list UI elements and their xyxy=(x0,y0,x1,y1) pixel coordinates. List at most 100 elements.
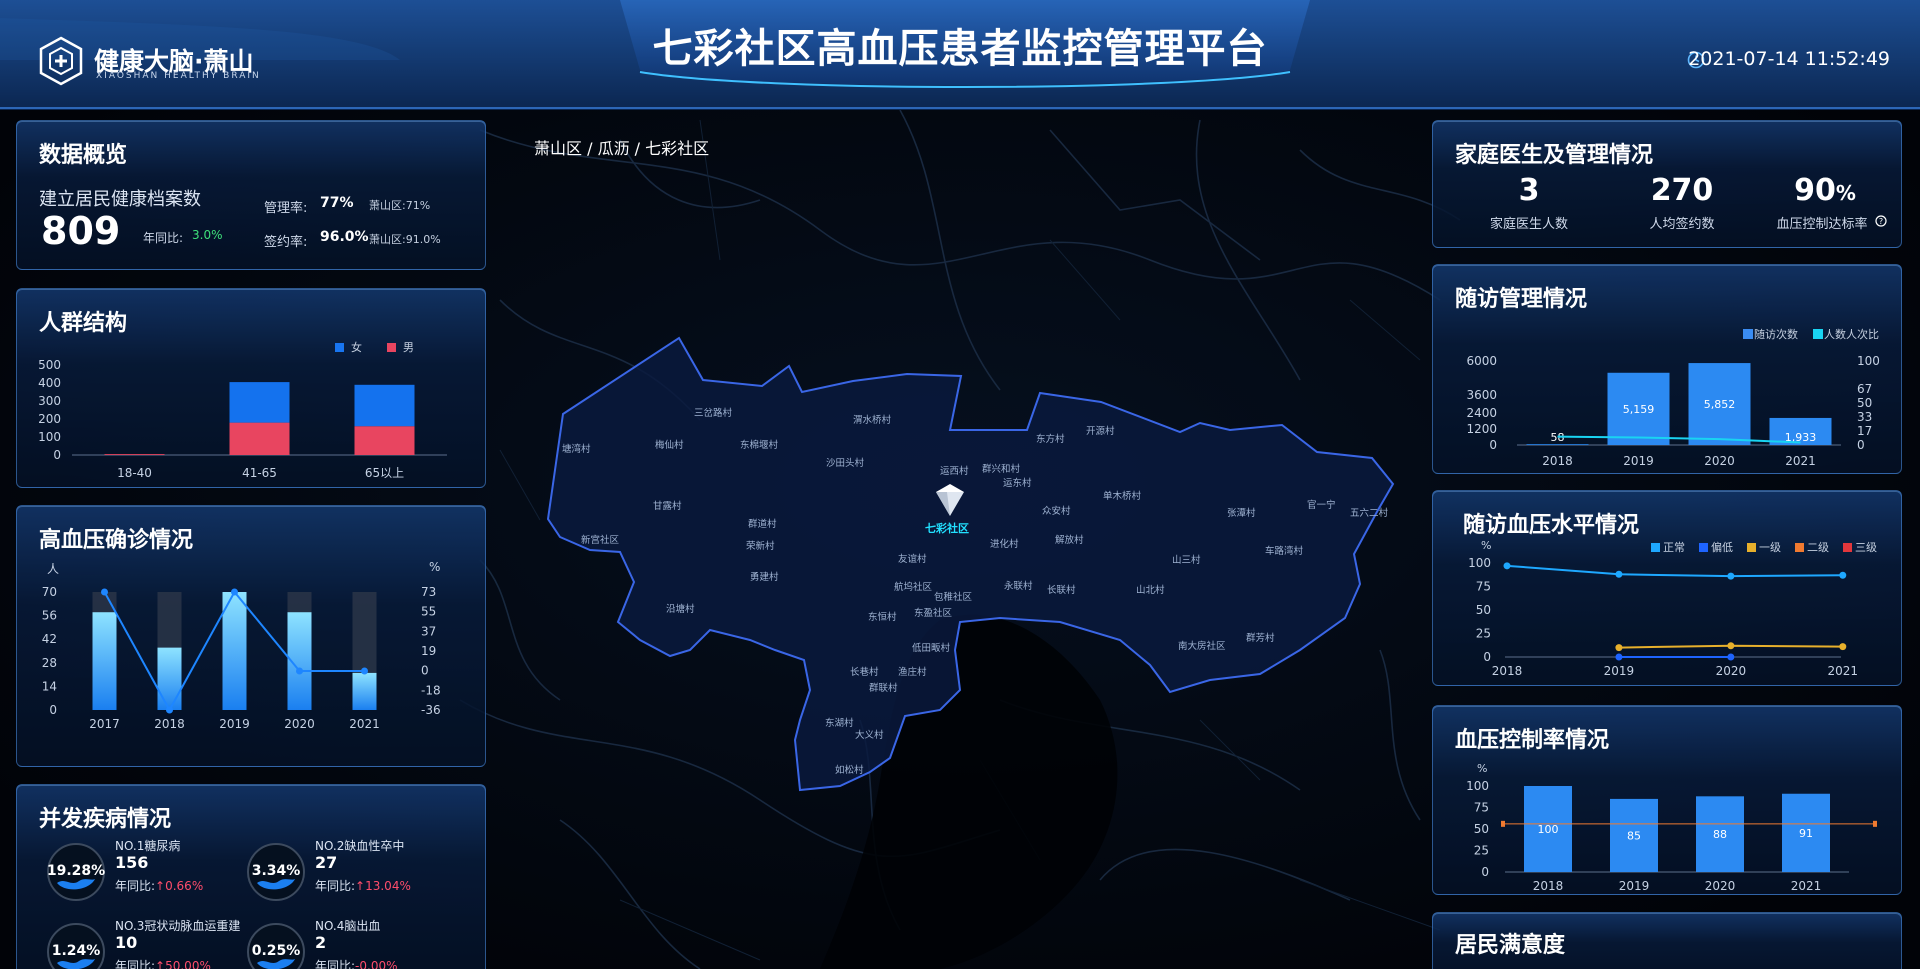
village-label[interactable]: 永联村 xyxy=(1004,578,1033,592)
breadcrumb[interactable]: 萧山区 / 瓜沥 / 七彩社区 xyxy=(534,135,709,159)
bp-level-ytick: 75 xyxy=(1476,580,1491,594)
bp-control-bar-label: 91 xyxy=(1799,827,1813,840)
bp-level-point xyxy=(1615,570,1623,578)
hypertension-left-tick: 28 xyxy=(42,656,57,670)
village-label[interactable]: 航坞社区 xyxy=(894,579,932,593)
village-label[interactable]: 沿塘村 xyxy=(666,601,695,615)
village-label[interactable]: 荣新村 xyxy=(746,538,775,552)
population-ytick: 400 xyxy=(38,376,61,390)
bp-control-xtick: 2021 xyxy=(1791,879,1822,893)
population-bar xyxy=(229,382,290,423)
bp-level-xtick: 2018 xyxy=(1492,664,1523,678)
village-label[interactable]: 山北村 xyxy=(1136,582,1165,596)
village-label[interactable]: 张潭村 xyxy=(1227,505,1256,519)
hypertension-right-tick: -36 xyxy=(421,703,441,717)
village-label[interactable]: 塘湾村 xyxy=(562,441,591,455)
help-icon[interactable]: ? xyxy=(1875,215,1887,227)
doctor-count-value: 3 xyxy=(1518,173,1540,208)
village-label[interactable]: 山三村 xyxy=(1172,552,1201,566)
village-label[interactable]: 友谊村 xyxy=(898,551,927,565)
village-label[interactable]: 群兴和村 xyxy=(982,461,1020,475)
satisfaction-title: 居民满意度 xyxy=(1455,933,1566,958)
followup-left-tick: 2400 xyxy=(1466,406,1497,420)
village-label[interactable]: 单木桥村 xyxy=(1103,488,1141,502)
village-label[interactable]: 东方村 xyxy=(1036,431,1065,445)
bp-level-point xyxy=(1503,562,1511,570)
bp-level-ytick: 50 xyxy=(1476,603,1491,617)
population-ytick: 100 xyxy=(38,430,61,444)
village-label[interactable]: 五六二村 xyxy=(1350,505,1388,519)
village-label[interactable]: 甘露村 xyxy=(653,498,682,512)
sign-rate-district: 萧山区:91.0% xyxy=(369,233,441,246)
hypertension-bar xyxy=(222,592,247,710)
village-label[interactable]: 开源村 xyxy=(1086,423,1115,437)
village-label[interactable]: 南大房社区 xyxy=(1178,638,1226,652)
village-label[interactable]: 大义村 xyxy=(855,727,884,741)
complication-item[interactable]: 0.25% NO.4脑出血 2 年同比:-0.00% xyxy=(245,917,445,969)
village-label[interactable]: 如松村 xyxy=(835,762,864,776)
family-doctor-title: 家庭医生及管理情况 xyxy=(1455,143,1654,168)
population-panel: 人群结构 女 男 500 400 300 200 100 0 18-40 41-65 65以上 xyxy=(16,288,486,488)
village-label[interactable]: 解放村 xyxy=(1055,532,1084,546)
population-bar xyxy=(104,454,165,455)
complication-name: NO.2缺血性卒中 xyxy=(315,839,405,853)
archive-label: 建立居民健康档案数 xyxy=(39,189,201,210)
complication-pct: 1.24% xyxy=(51,943,101,959)
village-label[interactable]: 车路湾村 xyxy=(1265,543,1303,557)
hypertension-left-tick: 42 xyxy=(42,632,57,646)
hypertension-left-tick: 70 xyxy=(42,585,57,599)
followup-chart: 600036002400120001006750331705820185,159… xyxy=(1466,354,1879,468)
followup-right-tick: 0 xyxy=(1857,438,1865,452)
avg-sign-value: 270 xyxy=(1650,173,1714,208)
village-label[interactable]: 沙田头村 xyxy=(826,455,864,469)
hypertension-left-tick: 0 xyxy=(49,703,57,717)
hypertension-right-tick: 19 xyxy=(421,644,436,658)
village-label[interactable]: 勇建村 xyxy=(750,569,779,583)
population-ytick: 0 xyxy=(53,448,61,462)
complication-pct: 19.28% xyxy=(46,863,106,879)
village-label[interactable]: 东棉堰村 xyxy=(740,437,778,451)
village-label[interactable]: 三岔路村 xyxy=(694,405,732,419)
village-label[interactable]: 东恒村 xyxy=(868,609,897,623)
bp-control-panel: 血压控制率情况 % 100 75 50 25 0 100 2018 85 2019 88 2020 9… xyxy=(1432,705,1902,895)
village-label[interactable]: 长联村 xyxy=(1047,582,1076,596)
avg-sign-label: 人均签约数 xyxy=(1649,217,1715,232)
village-label[interactable]: 长巷村 xyxy=(850,664,879,678)
followup-left-tick: 3600 xyxy=(1466,388,1497,402)
bp-level-xtick: 2020 xyxy=(1716,664,1747,678)
bp-level-point xyxy=(1839,571,1847,579)
village-label[interactable]: 梅仙村 xyxy=(655,437,684,451)
village-label[interactable]: 渭水桥村 xyxy=(853,412,891,426)
village-label[interactable]: 群联村 xyxy=(869,680,898,694)
followup-right-tick: 50 xyxy=(1857,396,1872,410)
village-label[interactable]: 新宫社区 xyxy=(581,532,619,546)
village-label[interactable]: 进化村 xyxy=(990,536,1019,550)
village-label[interactable]: 运西村 xyxy=(940,463,969,477)
village-label[interactable]: 渔庄村 xyxy=(898,664,927,678)
complication-pct: 0.25% xyxy=(251,943,301,959)
bp-level-ytick: 25 xyxy=(1476,627,1491,641)
mgmt-rate-value: 77% xyxy=(320,195,354,211)
doctor-count-label: 家庭医生人数 xyxy=(1489,217,1568,232)
village-label[interactable]: 运东村 xyxy=(1003,475,1032,489)
village-label[interactable]: 众安村 xyxy=(1042,503,1071,517)
village-label[interactable]: 官一宁 xyxy=(1307,497,1336,511)
village-label[interactable]: 低田畈村 xyxy=(912,640,950,654)
complication-item[interactable]: 1.24% NO.3冠状动脉血运重建 10 年同比:↑50.00% xyxy=(45,917,245,969)
village-label[interactable]: 包稚社区 xyxy=(934,589,972,603)
village-label[interactable]: 群芳村 xyxy=(1246,630,1275,644)
population-bar xyxy=(354,426,415,455)
bp-control-ytick: 50 xyxy=(1474,822,1489,836)
bp-control-xtick: 2020 xyxy=(1705,879,1736,893)
dashboard: 三岔路村渭水桥村塘湾村 梅仙村 东棉堰村沙田头村 东方村 开源村运西村 群兴和村 运东村单木… xyxy=(0,0,1920,969)
hypertension-bar xyxy=(352,672,377,710)
village-label[interactable]: 东湖村 xyxy=(825,715,854,729)
hypertension-right-tick: 37 xyxy=(421,624,436,638)
complication-yoy-value: ↑0.66% xyxy=(155,879,204,893)
complication-item[interactable]: 19.28% NO.1糖尿病 156 年同比:↑0.66% xyxy=(45,837,245,907)
village-label[interactable]: 群道村 xyxy=(748,516,777,530)
bp-control-ytick: 75 xyxy=(1474,801,1489,815)
village-label[interactable]: 东盈社区 xyxy=(914,605,952,619)
bp-control-rate-value: 90% xyxy=(1794,173,1856,208)
complication-item[interactable]: 3.34% NO.2缺血性卒中 27 年同比:↑13.04% xyxy=(245,837,445,907)
